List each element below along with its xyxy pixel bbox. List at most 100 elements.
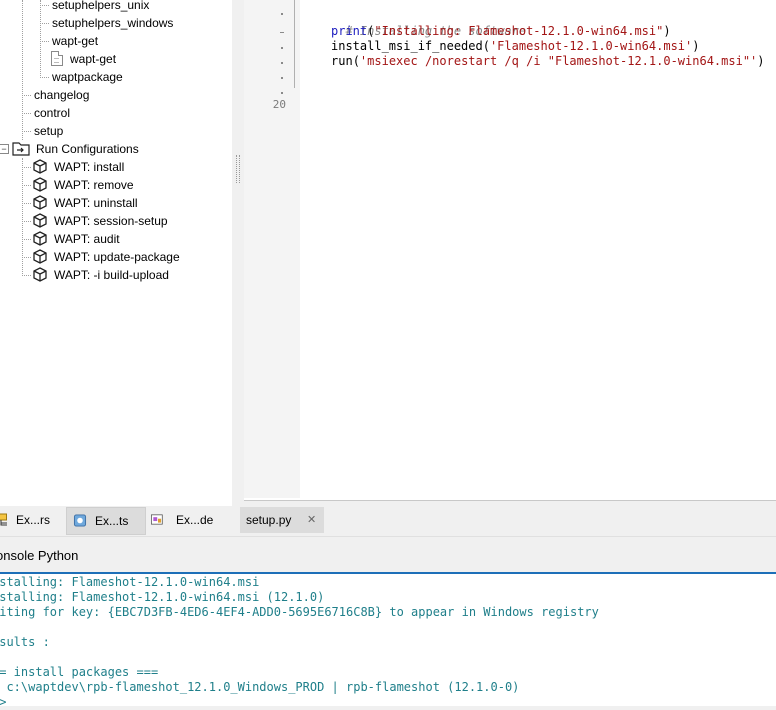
tree-guide <box>40 77 49 78</box>
tree-item-label: changelog <box>34 88 90 102</box>
run-config-item[interactable]: WAPT: install <box>54 158 124 176</box>
code-line-install[interactable]: install_msi_if_needed('Flameshot-12.1.0-… <box>331 39 699 54</box>
run-config-label: WAPT: -i build-upload <box>54 268 169 282</box>
package-cube-icon <box>33 177 47 192</box>
run-config-label: WAPT: uninstall <box>54 196 138 210</box>
console-title: onsole Python <box>0 548 79 563</box>
package-cube-icon <box>33 249 47 264</box>
code-paren: ( <box>482 39 490 53</box>
tree-guide <box>22 203 31 204</box>
tree-guide <box>22 131 31 132</box>
collapse-icon[interactable]: − <box>0 144 9 154</box>
splitter-grip-icon[interactable] <box>236 155 240 183</box>
tab-explorers[interactable]: Ex...rs <box>0 507 62 533</box>
tree-item-label: setuphelpers_unix <box>52 0 150 12</box>
code-string: "Installing: Flameshot-12.1.0-win64.msi" <box>374 24 664 38</box>
console-header: onsole Python <box>0 536 776 573</box>
run-config-label: WAPT: remove <box>54 178 134 192</box>
explorer-icon <box>0 513 7 526</box>
run-config-label: WAPT: update-package <box>54 250 180 264</box>
gutter-marker <box>281 13 283 15</box>
outline-icon <box>73 514 87 527</box>
run-configurations-folder-icon <box>12 142 30 156</box>
tree-item-changelog[interactable]: changelog <box>34 86 89 104</box>
tree-guide <box>40 41 49 42</box>
editor-gutter <box>244 0 300 498</box>
run-config-item[interactable]: WAPT: audit <box>54 230 120 248</box>
tree-guide <box>22 0 23 140</box>
tree-guide <box>22 95 31 96</box>
tree-item-setup[interactable]: setup <box>34 122 63 140</box>
tree-guide <box>40 5 49 6</box>
code-line-run[interactable]: run('msiexec /norestart /q /i "Flameshot… <box>331 54 765 69</box>
tree-item-wapt-get-file[interactable]: wapt-get <box>70 50 116 68</box>
tree-guide <box>22 239 31 240</box>
tab-label: Ex...de <box>176 513 214 527</box>
close-icon[interactable]: ✕ <box>307 507 316 533</box>
tree-item-run-configurations[interactable]: Run Configurations <box>36 140 139 158</box>
tree-item-label: wapt-get <box>52 34 99 48</box>
code-string: 'msiexec /norestart /q /i "Flameshot-12.… <box>359 54 758 68</box>
console-line: esults : <box>0 635 50 649</box>
gutter-marker <box>280 32 284 33</box>
tree-item-label: wapt-get <box>70 52 117 66</box>
code-line-comment[interactable]: # Installing the software <box>331 9 526 38</box>
tree-guide <box>40 23 49 24</box>
tab-setup-py[interactable]: setup.py ✕ <box>240 507 324 533</box>
code-editor[interactable] <box>244 0 776 501</box>
tab-code-explorer[interactable]: Ex...de <box>150 507 222 533</box>
tree-guide <box>22 185 31 186</box>
tab-label: Ex...rs <box>16 513 51 527</box>
tree-guide <box>22 167 31 168</box>
code-function: install_msi_if_needed <box>331 39 483 53</box>
package-cube-icon <box>33 231 47 246</box>
package-cube-icon <box>33 213 47 228</box>
gutter-marker <box>281 47 283 49</box>
fold-guide <box>294 0 295 88</box>
tree-item-setuphelpers-unix[interactable]: setuphelpers_unix <box>52 0 149 14</box>
tab-label: Ex...ts <box>95 514 129 528</box>
run-config-item[interactable]: WAPT: uninstall <box>54 194 138 212</box>
vertical-splitter[interactable] <box>232 0 244 506</box>
run-config-item[interactable]: WAPT: remove <box>54 176 134 194</box>
tree-guide <box>40 0 41 78</box>
run-config-item[interactable]: WAPT: session-setup <box>54 212 168 230</box>
tree-item-setuphelpers-windows[interactable]: setuphelpers_windows <box>52 14 173 32</box>
tree-guide <box>22 158 23 276</box>
tree-guide <box>22 275 31 276</box>
gutter-marker <box>281 92 283 94</box>
console-line: nstalling: Flameshot-12.1.0-win64.msi (1… <box>0 590 325 604</box>
code-line-print[interactable]: print("Installing: Flameshot-12.1.0-win6… <box>331 24 671 39</box>
code-explorer-icon <box>151 514 163 525</box>
run-config-item[interactable]: WAPT: update-package <box>54 248 180 266</box>
gutter-marker <box>281 62 283 64</box>
package-cube-icon <box>33 195 47 210</box>
run-config-label: WAPT: install <box>54 160 125 174</box>
project-explorer-tree: setuphelpers_unix setuphelpers_windows w… <box>0 0 232 506</box>
tree-item-waptpackage[interactable]: waptpackage <box>52 68 123 86</box>
code-paren: ) <box>757 54 765 68</box>
package-cube-icon <box>33 159 47 174</box>
tree-item-label: Run Configurations <box>36 142 139 156</box>
code-paren: ) <box>663 24 671 38</box>
file-icon <box>51 51 63 66</box>
tree-item-control[interactable]: control <box>34 104 70 122</box>
code-string: 'Flameshot-12.1.0-win64.msi' <box>489 39 693 53</box>
run-config-label: WAPT: session-setup <box>54 214 168 228</box>
console-line: == install packages === <box>0 665 159 679</box>
console-line: c:\waptdev\rpb-flameshot_12.1.0_Windows_… <box>0 680 520 694</box>
tree-item-label: waptpackage <box>52 70 123 84</box>
tree-item-label: setup <box>34 124 64 138</box>
tab-label: setup.py <box>246 513 292 527</box>
tab-outline[interactable]: Ex...ts <box>66 507 146 535</box>
console-line: >> <box>0 695 7 709</box>
console-line: aiting for key: {EBC7D3FB-4ED6-4EF4-ADD0… <box>0 605 599 619</box>
tree-item-wapt-get-folder[interactable]: wapt-get <box>52 32 98 50</box>
console-line: nstalling: Flameshot-12.1.0-win64.msi <box>0 575 260 589</box>
code-function: print <box>331 24 368 38</box>
python-console[interactable]: nstalling: Flameshot-12.1.0-win64.msi nst… <box>0 572 776 709</box>
run-config-item[interactable]: WAPT: -i build-upload <box>54 266 169 284</box>
run-config-label: WAPT: audit <box>54 232 120 246</box>
code-function: run <box>331 54 353 68</box>
gutter-marker <box>281 77 283 79</box>
